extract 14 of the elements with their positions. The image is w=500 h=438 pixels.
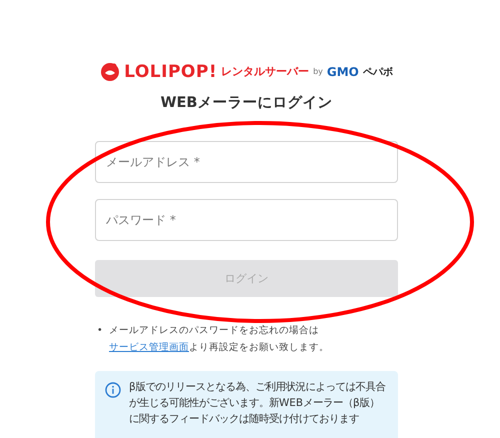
input-field[interactable]: パスワード * (95, 199, 398, 242)
logo-icon (100, 62, 120, 82)
company-name: GMO (326, 64, 359, 81)
info-text: β版でのリリースとなる為、ご利用状況によっては不具合が生じる可能性がございます。新WEBメーラー（β版）に関するフィードバックは随時受け付けております (129, 380, 387, 427)
company-suffix: ペパボ (362, 66, 393, 80)
bullet-mark: • (96, 324, 104, 338)
by-text: by (313, 66, 323, 78)
input-field[interactable]: メールアドレス * (95, 141, 398, 184)
note-text: メールアドレスのパスワードをお忘れの場合は サービス管理画面 より再設定をお願い致します。 (109, 324, 330, 356)
page-title: WEBメーラーにログイン (160, 95, 334, 112)
brand-name: LOLIPOP! (124, 64, 218, 80)
service-name: レンタルサーバー (221, 64, 310, 80)
service-link[interactable]: サービス管理画面 (109, 342, 189, 354)
info-icon (105, 382, 121, 398)
